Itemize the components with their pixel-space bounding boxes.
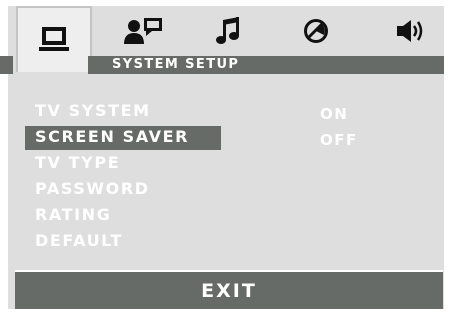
- option-off[interactable]: OFF: [320, 129, 358, 155]
- tab-rating[interactable]: [286, 6, 346, 56]
- settings-menu: TV SYSTEM SCREEN SAVER TV TYPE PASSWORD …: [25, 100, 221, 256]
- tab-language[interactable]: [106, 6, 180, 56]
- tab-bar: [8, 6, 444, 72]
- menu-item-tv-system[interactable]: TV SYSTEM: [25, 100, 221, 126]
- tab-speaker[interactable]: [380, 6, 440, 56]
- left-edge-strip: [0, 56, 13, 74]
- page-title: SYSTEM SETUP: [112, 57, 240, 72]
- menu-item-rating[interactable]: RATING: [25, 204, 221, 230]
- menu-item-screen-saver[interactable]: SCREEN SAVER: [25, 126, 221, 150]
- tab-system[interactable]: [16, 6, 92, 72]
- monitor-icon: [39, 27, 69, 51]
- option-on[interactable]: ON: [320, 103, 358, 129]
- rating-circle-icon: [304, 19, 328, 43]
- music-note-icon: [216, 17, 239, 44]
- speaker-icon: [397, 20, 423, 42]
- exit-label: EXIT: [201, 279, 257, 302]
- person-speech-icon: [124, 18, 162, 44]
- option-list: ON OFF: [320, 103, 358, 155]
- menu-item-tv-type[interactable]: TV TYPE: [25, 152, 221, 178]
- exit-button[interactable]: EXIT: [15, 272, 443, 309]
- menu-item-password[interactable]: PASSWORD: [25, 178, 221, 204]
- menu-item-default[interactable]: DEFAULT: [25, 230, 221, 256]
- tab-audio[interactable]: [198, 6, 258, 56]
